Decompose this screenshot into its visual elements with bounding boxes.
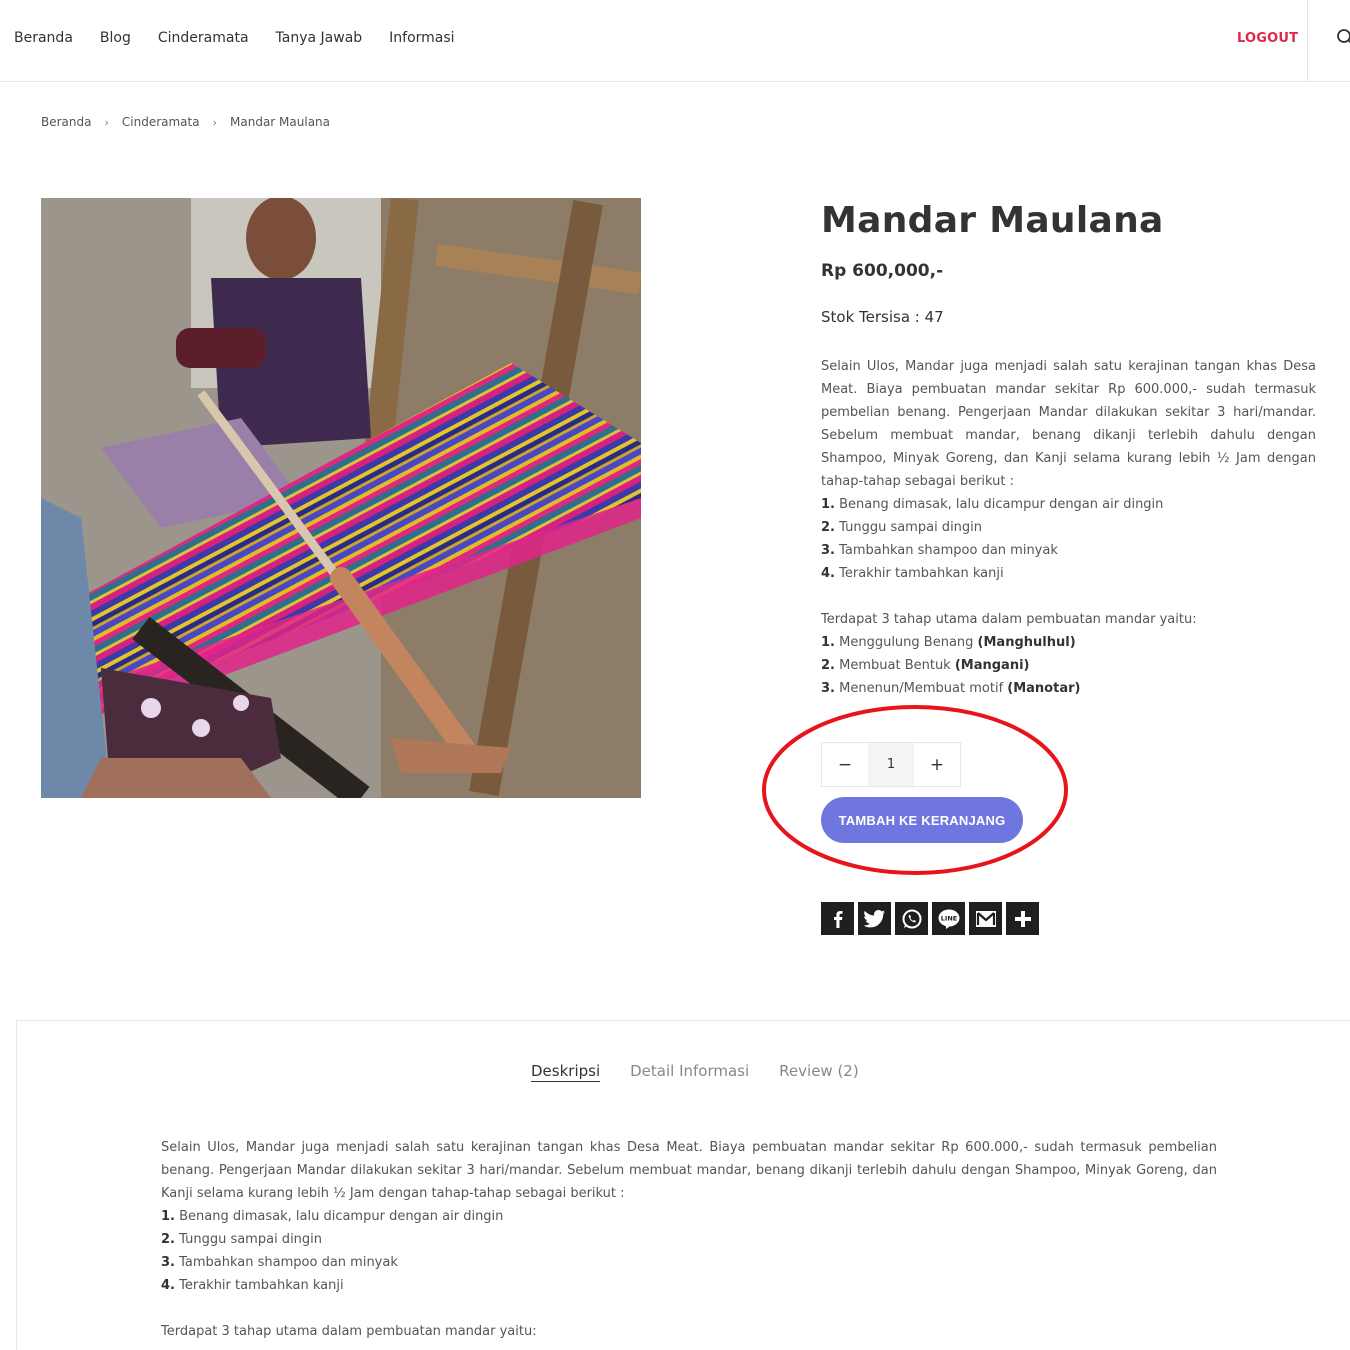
- stages-intro: Terdapat 3 tahap utama dalam pembuatan m…: [161, 1324, 537, 1339]
- list-item: 2. Membuat Bentuk (Mangani): [821, 658, 1030, 673]
- breadcrumb: Beranda › Cinderamata › Mandar Maulana: [41, 115, 330, 129]
- nav-beranda[interactable]: Beranda: [14, 30, 73, 46]
- twitter-icon[interactable]: [858, 902, 891, 935]
- product-description: Selain Ulos, Mandar juga menjadi salah s…: [821, 355, 1316, 700]
- list-item: 4. Terakhir tambahkan kanji: [821, 566, 1004, 581]
- list-item: 3. Tambahkan shampoo dan minyak: [161, 1255, 398, 1270]
- product-title: Mandar Maulana: [821, 200, 1164, 241]
- quantity-increase-button[interactable]: +: [914, 743, 960, 786]
- highlight-annotation: [762, 705, 1068, 875]
- description-intro: Selain Ulos, Mandar juga menjadi salah s…: [821, 359, 1316, 489]
- add-to-cart-button[interactable]: TAMBAH KE KERANJANG: [821, 797, 1023, 843]
- chevron-right-icon: ›: [104, 115, 109, 129]
- quantity-decrease-button[interactable]: −: [822, 743, 868, 786]
- tab-review[interactable]: Review (2): [779, 1062, 859, 1082]
- tab-description-content: Selain Ulos, Mandar juga menjadi salah s…: [161, 1136, 1217, 1343]
- product-price: Rp 600,000,-: [821, 261, 944, 281]
- share-buttons: LINE: [821, 902, 1043, 935]
- nav-informasi[interactable]: Informasi: [389, 30, 454, 46]
- breadcrumb-cinderamata[interactable]: Cinderamata: [122, 115, 200, 129]
- quantity-input[interactable]: 1: [868, 743, 914, 786]
- stages-intro: Terdapat 3 tahap utama dalam pembuatan m…: [821, 612, 1197, 627]
- breadcrumb-beranda[interactable]: Beranda: [41, 115, 91, 129]
- whatsapp-icon[interactable]: [895, 902, 928, 935]
- list-item: 1. Benang dimasak, lalu dicampur dengan …: [161, 1209, 504, 1224]
- more-icon[interactable]: [1006, 902, 1039, 935]
- product-image: [41, 198, 641, 798]
- main-nav: Beranda Blog Cinderamata Tanya Jawab Inf…: [14, 30, 482, 46]
- facebook-icon[interactable]: [821, 902, 854, 935]
- line-icon[interactable]: LINE: [932, 902, 965, 935]
- description-intro: Selain Ulos, Mandar juga menjadi salah s…: [161, 1140, 1217, 1201]
- nav-tanya-jawab[interactable]: Tanya Jawab: [276, 30, 363, 46]
- product-stock: Stok Tersisa : 47: [821, 308, 944, 326]
- gmail-icon[interactable]: [969, 902, 1002, 935]
- svg-text:LINE: LINE: [940, 914, 956, 922]
- search-icon[interactable]: [1336, 28, 1350, 46]
- tab-detail-informasi[interactable]: Detail Informasi: [630, 1062, 749, 1082]
- list-item: 3. Tambahkan shampoo dan minyak: [821, 543, 1058, 558]
- list-item: 1. Benang dimasak, lalu dicampur dengan …: [821, 497, 1164, 512]
- list-item: 2. Tunggu sampai dingin: [821, 520, 983, 535]
- list-item: 4. Terakhir tambahkan kanji: [161, 1278, 344, 1293]
- tab-deskripsi[interactable]: Deskripsi: [531, 1062, 601, 1082]
- nav-cinderamata[interactable]: Cinderamata: [158, 30, 249, 46]
- list-item: 2. Tunggu sampai dingin: [161, 1232, 323, 1247]
- quantity-stepper: − 1 +: [821, 742, 961, 787]
- chevron-right-icon: ›: [212, 115, 218, 129]
- breadcrumb-current: Mandar Maulana: [230, 115, 331, 129]
- logout-link[interactable]: LOGOUT: [1237, 31, 1298, 46]
- list-item: 3. Menenun/Membuat motif (Manotar): [821, 681, 1081, 696]
- product-tabs: Deskripsi Detail Informasi Review (2): [531, 1062, 889, 1082]
- nav-blog[interactable]: Blog: [100, 30, 131, 46]
- site-header: Beranda Blog Cinderamata Tanya Jawab Inf…: [0, 0, 1350, 82]
- list-item: 1. Menggulung Benang (Manghulhul): [821, 635, 1076, 650]
- header-divider: [1307, 0, 1308, 82]
